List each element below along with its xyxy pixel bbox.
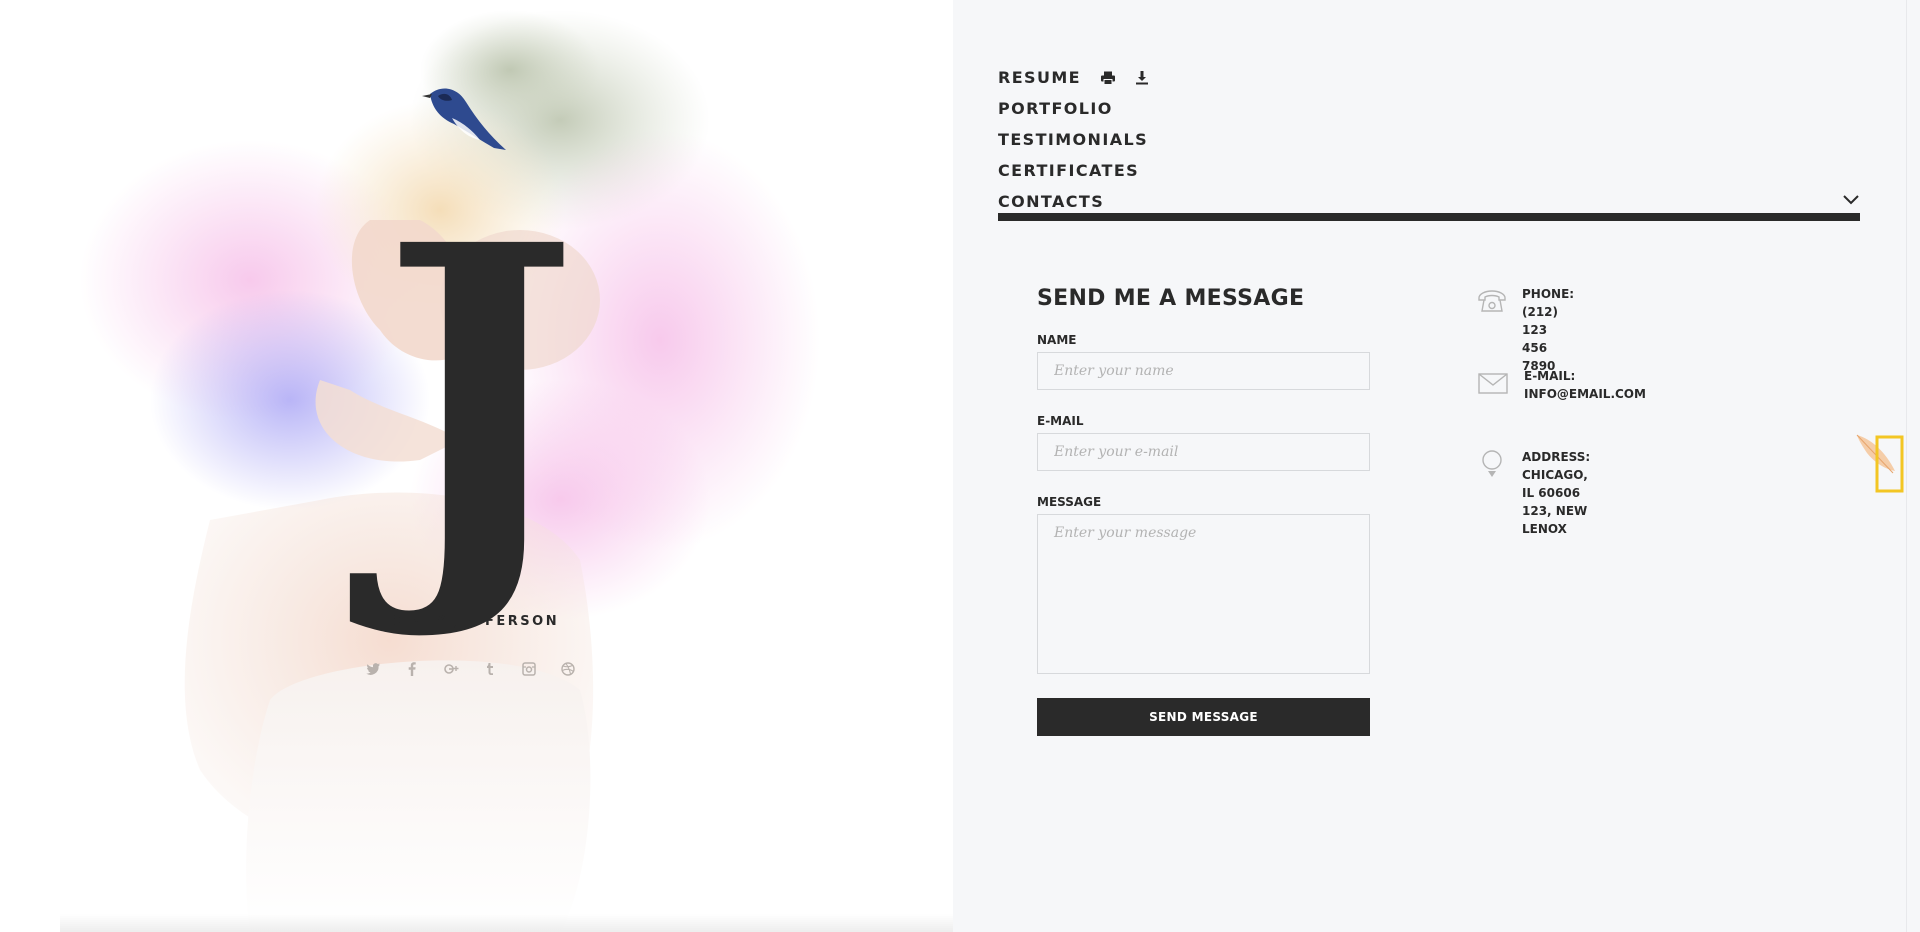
monogram-letter: J [380, 155, 580, 648]
social-links [364, 660, 577, 678]
facebook-icon[interactable] [403, 660, 421, 678]
form-title: SEND ME A MESSAGE [1037, 286, 1305, 311]
feather-widget-icon[interactable] [1855, 433, 1905, 497]
nav-item-testimonials[interactable]: TESTIMONIALS [998, 124, 1860, 155]
main-nav: RESUME PORTFOLIO TESTIMONIALS CERTIFICAT… [998, 62, 1860, 217]
phone-label: PHONE: [1522, 287, 1575, 301]
name-input[interactable] [1037, 352, 1370, 390]
google-plus-icon[interactable] [442, 660, 460, 678]
phone-value[interactable]: (212) 123 456 7890 [1522, 303, 1576, 375]
name-label: NAME [1037, 333, 1077, 347]
nav-item-resume[interactable]: RESUME [998, 62, 1860, 93]
download-icon[interactable] [1133, 69, 1151, 87]
contact-form: SEND ME A MESSAGE NAME E-MAIL MESSAGE SE… [1037, 286, 1370, 736]
envelope-icon [1476, 367, 1510, 401]
nav-item-label: TESTIMONIALS [998, 130, 1149, 149]
address-info: ADDRESS: CHICAGO, IL 60606 123, NEW LENO… [1476, 448, 1592, 538]
email-info: E-MAIL: INFO@EMAIL.COM [1476, 367, 1646, 403]
bottom-shadow [60, 914, 953, 932]
nav-item-label: RESUME [998, 68, 1082, 87]
email-value[interactable]: INFO@EMAIL.COM [1524, 385, 1646, 403]
dribbble-icon[interactable] [559, 660, 577, 678]
address-label: ADDRESS: [1522, 450, 1591, 464]
side-scrollbar[interactable] [1906, 0, 1920, 932]
phone-info: PHONE: (212) 123 456 7890 [1476, 285, 1576, 375]
map-pin-icon [1476, 448, 1508, 482]
nav-item-certificates[interactable]: CERTIFICATES [998, 155, 1860, 186]
twitter-icon[interactable] [364, 660, 382, 678]
nav-item-label: CONTACTS [998, 192, 1105, 211]
nav-item-label: PORTFOLIO [998, 99, 1113, 118]
content-panel: RESUME PORTFOLIO TESTIMONIALS CERTIFICAT… [953, 0, 1920, 932]
phone-icon [1476, 285, 1508, 319]
message-textarea[interactable] [1037, 514, 1370, 674]
instagram-icon[interactable] [520, 660, 538, 678]
address-value: CHICAGO, IL 60606 123, NEW LENOX [1522, 468, 1588, 536]
email-label: E-MAIL: [1524, 369, 1576, 383]
person-name: CINDY JEFFERSON [390, 614, 560, 629]
nav-item-portfolio[interactable]: PORTFOLIO [998, 93, 1860, 124]
print-icon[interactable] [1099, 69, 1117, 87]
hero-panel: J CINDY JEFFERSON [0, 0, 953, 932]
active-section-bar [998, 213, 1860, 221]
email-input[interactable] [1037, 433, 1370, 471]
email-label: E-MAIL [1037, 414, 1084, 428]
message-label: MESSAGE [1037, 495, 1102, 509]
nav-item-label: CERTIFICATES [998, 161, 1140, 180]
chevron-down-icon[interactable] [1842, 191, 1860, 213]
tumblr-icon[interactable] [481, 660, 499, 678]
send-message-button[interactable]: SEND MESSAGE [1037, 698, 1370, 736]
